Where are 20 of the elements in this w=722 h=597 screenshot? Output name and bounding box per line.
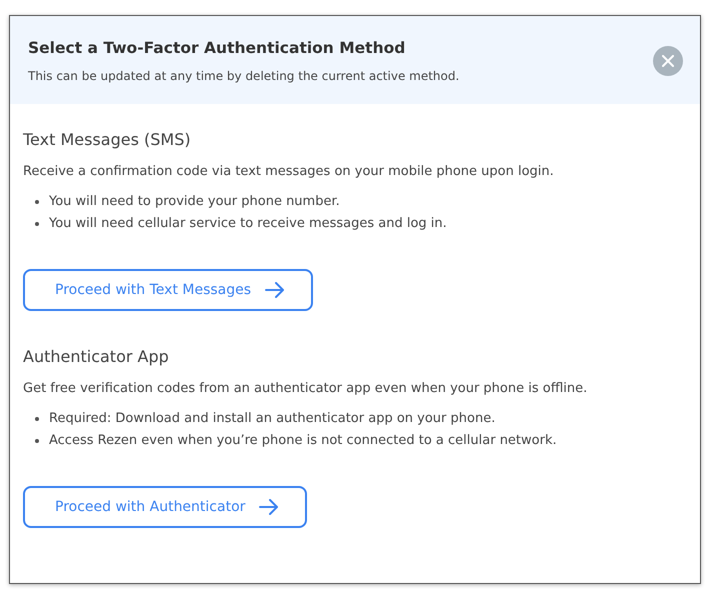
requirement-text: Required: Download and install an authenticator app on your phone. — [49, 410, 496, 428]
bullet-icon — [35, 200, 39, 204]
method-title: Text Messages (SMS) — [23, 130, 192, 149]
proceed-button[interactable]: Proceed with Text Messages — [23, 269, 314, 311]
method-description: Get free verification codes from an authenticator app even when your phone is offline. — [23, 381, 588, 396]
dialog-subtitle: This can be updated at any time by deleting the current active method. — [28, 69, 460, 83]
close-button[interactable] — [653, 46, 683, 76]
requirement-text: Access Rezen even when you’re phone is not connected to a cellular network. — [49, 432, 557, 450]
close-icon — [662, 55, 674, 67]
arrow-right-icon — [265, 282, 286, 298]
method-title: Authenticator App — [23, 347, 170, 366]
bullet-icon — [35, 439, 39, 443]
proceed-button[interactable]: Proceed with Authenticator — [23, 486, 308, 528]
bullet-icon — [35, 222, 39, 226]
bullet-icon — [35, 417, 39, 421]
dialog-title: Select a Two-Factor Authentication Method — [28, 39, 406, 57]
arrow-right-icon — [259, 499, 280, 515]
requirement-text: You will need to provide your phone number. — [49, 193, 340, 211]
requirement-text: You will need cellular service to receive messages and log in. — [49, 215, 447, 233]
method-description: Receive a confirmation code via text messages on your mobile phone upon login. — [23, 164, 555, 179]
